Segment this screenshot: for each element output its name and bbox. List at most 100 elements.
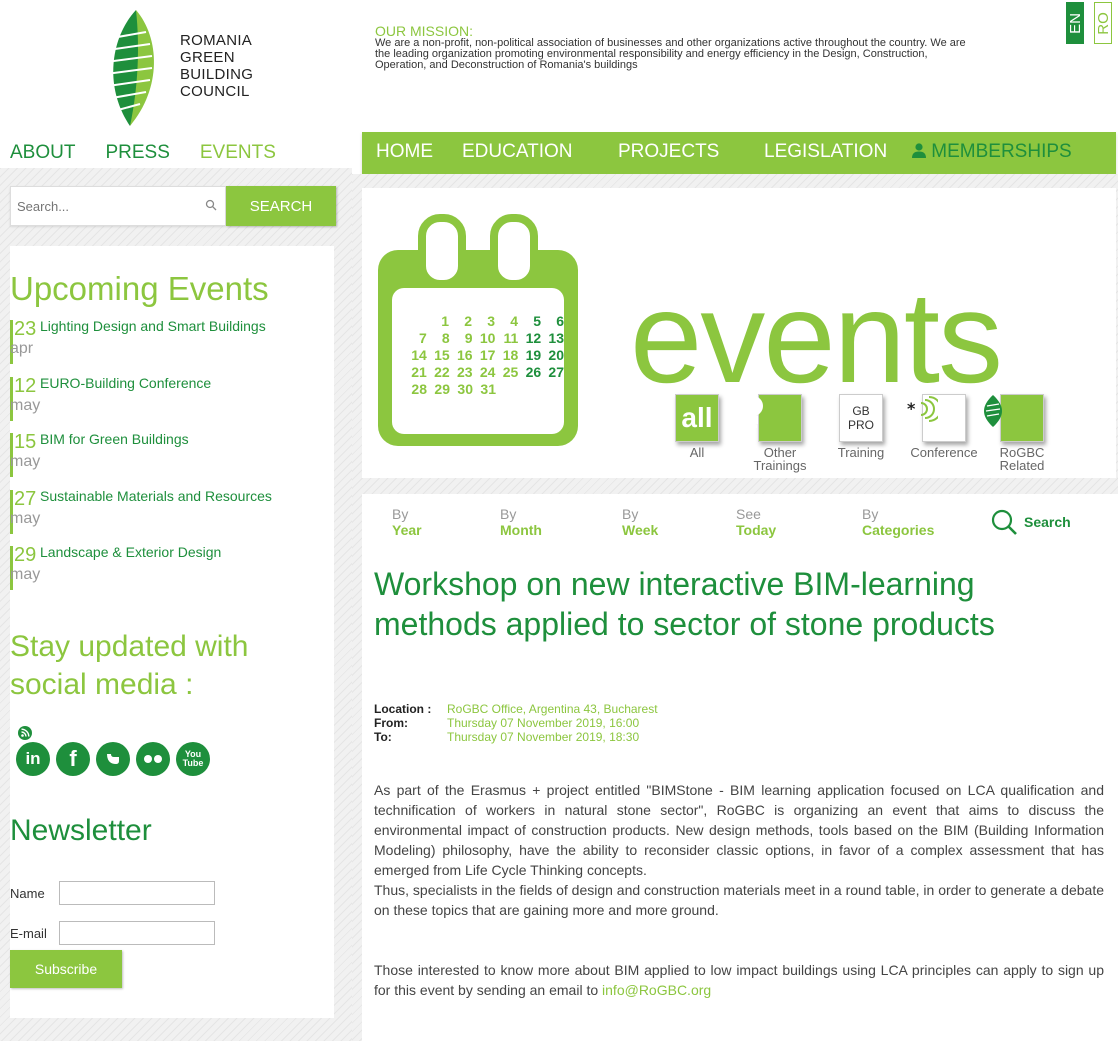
view-by-week[interactable]: By Week [622, 506, 658, 538]
nav-legislation[interactable]: LEGISLATION [764, 141, 887, 163]
newsletter-email-row: E-mail [10, 921, 215, 945]
linkedin-icon[interactable]: in [16, 742, 50, 776]
calendar-day: 30 [457, 381, 473, 397]
lang-ro-label: RO [1094, 11, 1112, 35]
leaf-glyph [984, 395, 1002, 427]
nav-projects[interactable]: PROJECTS [618, 141, 719, 163]
flickr-dots-glyph [144, 755, 162, 763]
event-title-link[interactable]: BIM for Green Buildings [40, 431, 189, 447]
facebook-icon[interactable]: f [56, 742, 90, 776]
twitter-bird-glyph [107, 754, 119, 764]
event-title-link[interactable]: Landscape & Exterior Design [40, 544, 221, 560]
calendar-day: 5 [533, 313, 541, 329]
search-input[interactable] [11, 187, 191, 225]
upcoming-event-item[interactable]: 29 may Landscape & Exterior Design [10, 544, 330, 592]
article-paragraph: Thus, specialists in the fields of desig… [374, 882, 1104, 918]
calendar-week: 14 15 16 17 18 19 20 [404, 347, 564, 364]
secondary-nav: ABOUT PRESS EVENTS [10, 142, 350, 164]
view-label: Today [736, 522, 777, 538]
upcoming-event-item[interactable]: 15 may BIM for Green Buildings [10, 431, 330, 479]
upcoming-event-item[interactable]: 23 apr Lighting Design and Smart Buildin… [10, 318, 330, 366]
nav-memberships[interactable]: MEMBERSHIPS [912, 141, 1072, 163]
search-button[interactable]: SEARCH [226, 186, 336, 226]
email-field[interactable] [59, 921, 215, 945]
upcoming-event-item[interactable]: 12 may EURO-Building Conference [10, 375, 330, 423]
newsletter-title: Newsletter [10, 814, 152, 847]
calendar-day: 13 [548, 330, 564, 346]
view-by-categories[interactable]: By Categories [862, 506, 934, 538]
view-prefix: By [862, 506, 879, 522]
view-label: Week [622, 522, 659, 538]
lang-ro-button[interactable]: RO [1094, 2, 1112, 44]
view-by-month[interactable]: By Month [500, 506, 542, 538]
event-month: may [10, 453, 41, 470]
nav-events[interactable]: EVENTS [200, 142, 276, 164]
calendar-day: 4 [510, 313, 518, 329]
nav-education[interactable]: EDUCATION [462, 141, 572, 163]
nav-home[interactable]: HOME [376, 141, 433, 163]
meta-key: From: [374, 716, 408, 730]
rogbc-icon [984, 394, 1044, 442]
email-link[interactable]: info@RoGBC.org [602, 982, 711, 998]
speaker-glyph: * [907, 396, 938, 422]
event-content: By Year By Month By Week See Today By Ca… [362, 494, 1118, 1041]
event-title-link[interactable]: Sustainable Materials and Resources [40, 488, 272, 504]
calendar-days: 1 2 3 4 5 6 7 8 9 10 11 12 13 14 15 16 17 18 19 20 21 22 23 24 2… [404, 313, 564, 398]
upcoming-events-title: Upcoming Events [10, 270, 269, 307]
category-training[interactable]: GB PRO Training [821, 394, 901, 459]
calendar-day: 6 [556, 313, 564, 329]
article-paragraph: As part of the Erasmus + project entitle… [374, 782, 1104, 878]
event-day: 15 [14, 431, 37, 453]
view-prefix: By [500, 506, 517, 522]
flickr-icon[interactable] [136, 742, 170, 776]
view-by-year[interactable]: By Year [392, 506, 422, 538]
view-search-link[interactable]: Search [991, 509, 1071, 535]
calendar-day: 16 [456, 347, 473, 363]
event-title-link[interactable]: Lighting Design and Smart Buildings [40, 318, 266, 334]
mission-text: We are a non-profit, non-political assoc… [375, 37, 966, 71]
event-month: may [10, 397, 41, 414]
conference-icon: * [907, 394, 966, 442]
calendar-day: 28 [411, 381, 427, 397]
events-banner: 1 2 3 4 5 6 7 8 9 10 11 12 13 14 15 16 17 18 19 20 21 22 23 24 2… [362, 188, 1116, 478]
logo[interactable]: ROMANIA GREEN BUILDING COUNCIL [100, 8, 300, 128]
upcoming-event-item[interactable]: 27 may Sustainable Materials and Resourc… [10, 488, 330, 536]
rss-icon[interactable] [18, 726, 32, 740]
leaf-logo-icon [105, 10, 155, 126]
gbpro-icon-text: GB PRO [847, 404, 874, 432]
category-other-trainings[interactable]: Other Trainings [740, 394, 820, 472]
view-today[interactable]: See Today [736, 506, 776, 538]
view-prefix: See [736, 506, 761, 522]
calendar-day: 2 [464, 313, 472, 329]
category-label: Conference [910, 445, 978, 460]
logo-text: ROMANIA GREEN BUILDING COUNCIL [180, 32, 253, 100]
left-column: ROMANIA GREEN BUILDING COUNCIL ABOUT PRE… [0, 0, 352, 1041]
event-title-link[interactable]: EURO-Building Conference [40, 375, 211, 391]
subscribe-button[interactable]: Subscribe [10, 950, 122, 988]
search-icon [205, 199, 217, 211]
event-day: 29 [14, 544, 37, 566]
lang-en-button[interactable]: EN [1066, 2, 1084, 44]
category-label: Other Trainings [753, 445, 807, 473]
view-search-label: Search [1024, 514, 1071, 530]
all-icon: all [675, 394, 719, 442]
nav-about[interactable]: ABOUT [10, 142, 75, 164]
youtube-icon[interactable]: You Tube [176, 742, 210, 776]
twitter-icon[interactable] [96, 742, 130, 776]
calendar-day: 12 [525, 330, 542, 346]
calendar-day: 14 [411, 347, 427, 363]
category-all[interactable]: all All [657, 394, 737, 459]
nav-press[interactable]: PRESS [105, 142, 169, 164]
calendar-week: 7 8 9 10 11 12 13 [404, 330, 564, 347]
calendar-day: 22 [434, 364, 450, 380]
article-paragraph: Those interested to know more about BIM … [374, 960, 1104, 1000]
article-title: Workshop on new interactive BIM-learning… [374, 566, 995, 642]
calendar-day: 31 [480, 381, 496, 397]
category-conference[interactable]: * Conference [904, 394, 984, 459]
calendar-day: 18 [502, 347, 519, 363]
name-field[interactable] [59, 881, 215, 905]
meta-value: Thursday 07 November 2019, 16:00 [447, 716, 640, 730]
category-rogbc-related[interactable]: RoGBC Related [982, 394, 1062, 472]
view-label: Month [500, 522, 542, 538]
